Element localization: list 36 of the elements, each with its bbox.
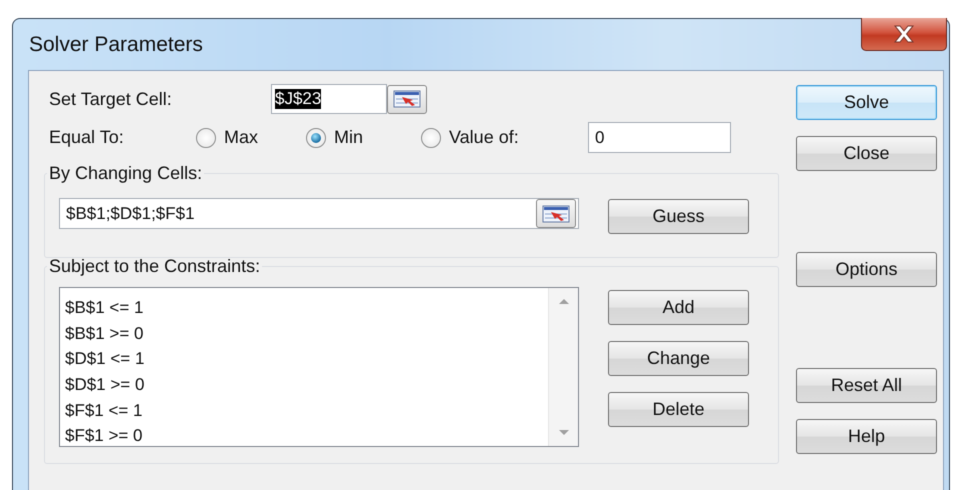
scroll-down-icon [558, 429, 570, 436]
constraint-item[interactable]: $B$1 <= 1 [65, 295, 548, 321]
action-button[interactable]: Delete [608, 392, 749, 427]
radio-option[interactable]: Min [306, 127, 421, 148]
target-cell-field[interactable]: $J$23 [271, 84, 387, 114]
constraints-list[interactable]: $B$1 <= 1 $B$1 >= 0 $D$1 <= 1 $D$1 >= 0 $F$1 <= 1 $F$1 >= 0 [59, 287, 579, 447]
constraint-item[interactable]: $B$1 >= 0 [65, 320, 548, 346]
field-label: Equal To: [48, 127, 125, 148]
value-field[interactable]: 0 [588, 122, 731, 153]
dialog-button[interactable]: Options [796, 252, 937, 287]
changing-cells-field[interactable]: $B$1;$D$1;$F$1 [59, 198, 579, 229]
close-icon [891, 24, 917, 44]
action-button[interactable]: Change [608, 341, 749, 376]
range-select-icon [393, 90, 421, 108]
constraint-item[interactable]: $D$1 >= 0 [65, 372, 548, 398]
guess-button[interactable]: Guess [608, 199, 749, 234]
dialog-button[interactable]: Help [796, 419, 937, 454]
range-select-icon [542, 204, 570, 222]
scroll-up-icon [558, 298, 570, 305]
constraint-item[interactable]: $F$1 <= 1 [65, 398, 548, 424]
radio-option[interactable]: Max [196, 127, 306, 148]
group-label: Subject to the Constraints: [48, 256, 262, 277]
range-select-button[interactable] [536, 199, 576, 228]
constraint-item[interactable]: $D$1 <= 1 [65, 346, 548, 372]
constraint-item[interactable]: $F$1 >= 0 [65, 423, 548, 450]
dialog-button[interactable]: Solve [796, 85, 937, 120]
group-label: By Changing Cells: [48, 163, 204, 184]
range-select-button[interactable] [387, 84, 427, 114]
action-button[interactable]: Add [608, 290, 749, 325]
scrollbar[interactable] [548, 288, 578, 446]
radio-option[interactable]: Value of: [421, 127, 588, 148]
close-button[interactable] [861, 18, 947, 51]
dialog-button[interactable]: Reset All [796, 368, 937, 403]
window-title: Solver Parameters [29, 33, 203, 57]
field-label: Set Target Cell: [48, 88, 173, 110]
dialog-button[interactable]: Close [796, 136, 937, 171]
